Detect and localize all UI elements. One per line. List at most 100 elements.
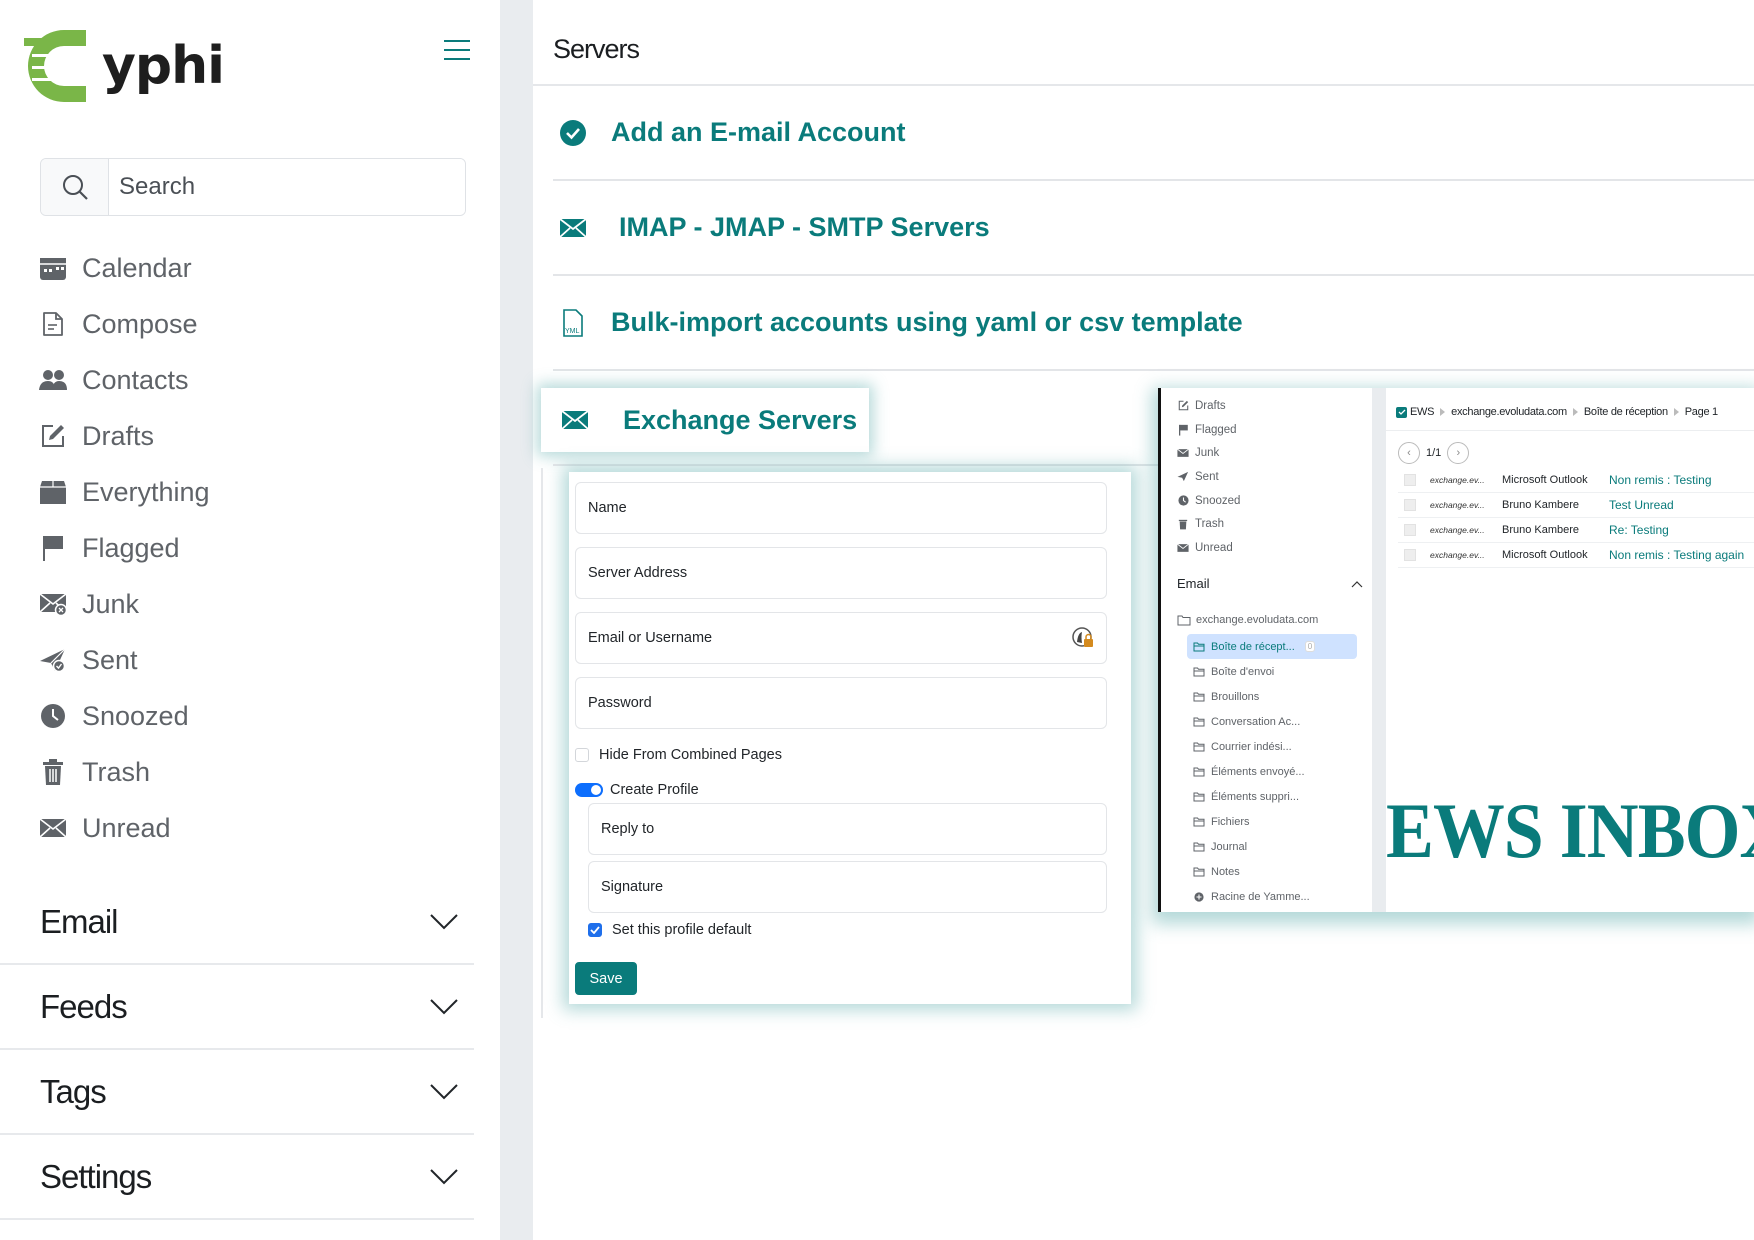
folder-item[interactable]: Racine de Yamme... [1187,884,1357,909]
preview-nav-sent[interactable]: Sent [1177,465,1240,489]
sidebar-item-contacts[interactable]: Contacts [38,352,210,408]
section-settings[interactable]: Settings [0,1135,474,1220]
message-subject[interactable]: Non remis : Testing [1609,473,1712,487]
search-input[interactable] [109,159,465,215]
preview-nav-trash[interactable]: Trash [1177,512,1240,536]
flag-icon [38,533,68,563]
prev-page-button[interactable]: ‹ [1398,442,1420,464]
envelope-icon [38,813,68,843]
menu-toggle-icon[interactable] [444,40,470,62]
row-checkbox[interactable] [1404,549,1416,561]
password-field[interactable] [575,677,1107,729]
folder-item[interactable]: Boîte d'envoi [1187,659,1357,684]
preview-nav: Drafts Flagged Junk Sent Snoozed Trash U… [1177,394,1240,560]
breadcrumb-item[interactable]: exchange.evoludata.com [1451,406,1567,418]
name-field[interactable] [575,482,1107,534]
sidebar-item-calendar[interactable]: Calendar [38,240,210,296]
accordion-bulk-import[interactable]: YML Bulk-import accounts using yaml or c… [553,276,1754,371]
sidebar-item-junk[interactable]: Junk [38,576,210,632]
folder-item[interactable]: Éléments envoyé... [1187,759,1357,784]
row-checkbox[interactable] [1404,474,1416,486]
reply-to-field[interactable] [588,803,1107,855]
sidebar-item-sent[interactable]: Sent [38,632,210,688]
sidebar-nav: Calendar Compose Contacts Drafts Everyth… [38,240,210,856]
preview-nav-snoozed[interactable]: Snoozed [1177,489,1240,513]
breadcrumb-item[interactable]: Boîte de réception [1584,406,1668,418]
folder-item[interactable]: Journal [1187,834,1357,859]
email-username-field[interactable] [575,612,1107,664]
message-from: Bruno Kambere [1502,524,1580,536]
password-input[interactable] [588,695,1106,711]
plus-circle-icon [1194,891,1204,902]
section-label: Feeds [40,987,128,1025]
message-subject[interactable]: Non remis : Testing again [1609,548,1744,562]
section-label: Email [40,902,119,940]
folder-label: Notes [1211,865,1240,878]
server-address-field[interactable] [575,547,1107,599]
sidebar-item-snoozed[interactable]: Snoozed [38,688,210,744]
cypht-logo[interactable]: yphi [24,24,225,108]
folder-item[interactable]: Éléments suppri... [1187,784,1357,809]
section-tags[interactable]: Tags [0,1050,474,1135]
row-checkbox[interactable] [1404,499,1416,511]
row-checkbox[interactable] [1404,524,1416,536]
preview-nav-flagged[interactable]: Flagged [1177,418,1240,442]
save-button[interactable]: Save [575,962,637,995]
create-profile-toggle-row[interactable]: Create Profile [575,782,699,798]
reply-to-input[interactable] [601,821,1106,837]
accordion-exchange-servers[interactable]: Exchange Servers [541,388,869,452]
message-row[interactable]: exchange.ev... Bruno Kambere Test Unread [1398,493,1754,518]
checkbox-checked-icon[interactable] [1396,406,1407,418]
checkbox-label: Set this profile default [612,922,752,938]
section-email[interactable]: Email [0,880,474,965]
hide-combined-checkbox[interactable] [575,748,589,762]
name-input[interactable] [588,500,1106,516]
folder-item[interactable]: Brouillons [1187,684,1357,709]
folder-item[interactable]: Boîte de récept... 0 [1187,634,1357,659]
signature-field[interactable] [588,861,1107,913]
folder-item[interactable]: Conversation Ac... [1187,709,1357,734]
preview-email-section[interactable]: Email [1177,576,1363,591]
accordion-imap-jmap-smtp[interactable]: IMAP - JMAP - SMTP Servers [553,181,1754,276]
document-icon [38,309,68,339]
folder-item[interactable]: Fichiers [1187,809,1357,834]
signature-input[interactable] [601,879,1106,895]
next-page-button[interactable]: › [1447,442,1470,464]
message-subject[interactable]: Test Unread [1609,498,1674,512]
folder-open-icon [1193,742,1205,751]
sidebar-item-everything[interactable]: Everything [38,464,210,520]
sidebar-item-compose[interactable]: Compose [38,296,210,352]
default-profile-checkbox-row[interactable]: Set this profile default [588,922,751,938]
sidebar-item-trash[interactable]: Trash [38,744,210,800]
preview-nav-junk[interactable]: Junk [1177,441,1240,465]
folder-item[interactable]: Notes [1187,859,1357,884]
sidebar-item-label: Trash [82,756,151,787]
search-icon[interactable] [41,159,109,215]
sidebar-item-drafts[interactable]: Drafts [38,408,210,464]
create-profile-toggle[interactable] [575,783,603,797]
message-subject[interactable]: Re: Testing [1609,523,1669,537]
message-row[interactable]: exchange.ev... Microsoft Outlook Non remis… [1398,543,1754,568]
accordion-label: Exchange Servers [623,404,858,435]
preview-nav-unread[interactable]: Unread [1177,536,1240,560]
hide-combined-checkbox-row[interactable]: Hide From Combined Pages [575,747,782,763]
envelope-x-icon [1177,447,1189,459]
sidebar-item-unread[interactable]: Unread [38,800,210,856]
folder-item[interactable]: Courrier indési... [1187,734,1357,759]
flag-icon [1177,424,1189,436]
password-manager-icon[interactable] [1072,627,1094,649]
email-username-input[interactable] [588,630,1106,646]
accordion-add-email-account[interactable]: Add an E-mail Account [553,86,1754,181]
breadcrumb-item[interactable]: EWS [1410,406,1434,418]
default-profile-checkbox[interactable] [588,923,602,937]
message-row[interactable]: exchange.ev... Bruno Kambere Re: Testing [1398,518,1754,543]
preview-account-host[interactable]: exchange.evoludata.com [1177,614,1318,626]
section-feeds[interactable]: Feeds [0,965,474,1050]
server-address-input[interactable] [588,565,1106,581]
folder-label: Courrier indési... [1211,740,1292,753]
divider [541,468,543,1018]
sidebar-item-flagged[interactable]: Flagged [38,520,210,576]
preview-nav-drafts[interactable]: Drafts [1177,394,1240,418]
message-from: Bruno Kambere [1502,499,1580,511]
message-row[interactable]: exchange.ev... Microsoft Outlook Non remis… [1398,468,1754,493]
